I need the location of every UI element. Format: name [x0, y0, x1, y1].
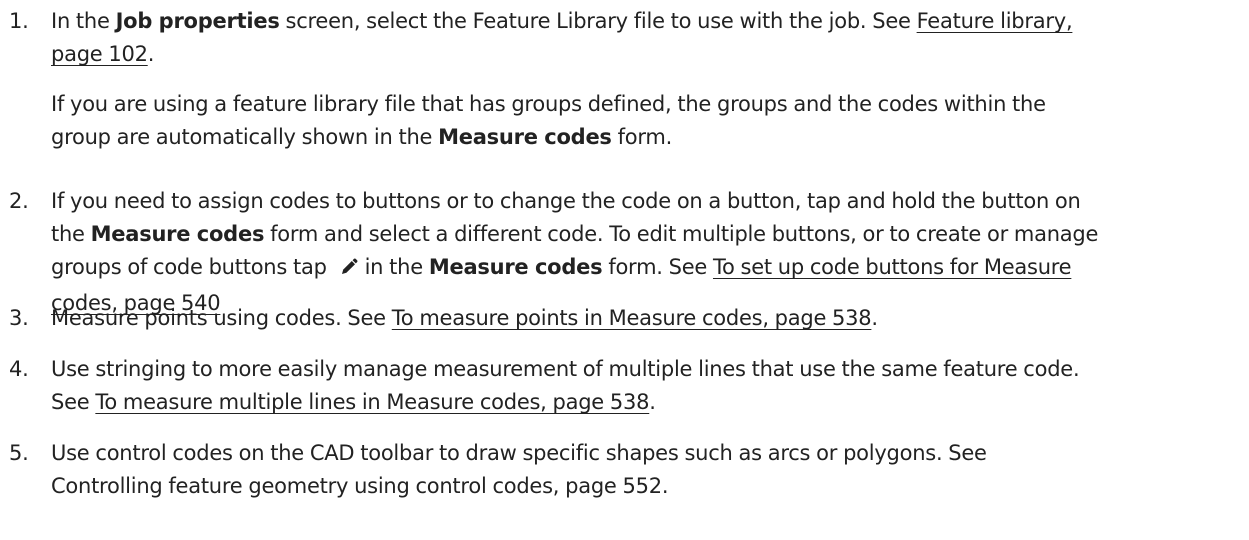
step-line: If you are using a feature library file …	[51, 92, 1046, 116]
step-line: Use control codes on the CAD toolbar to …	[51, 441, 987, 465]
text-run: See	[51, 390, 96, 414]
pencil-icon	[339, 254, 359, 287]
step-line: the Measure codes form and select a diff…	[51, 218, 1240, 251]
step-5: 5. Use control codes on the CAD toolbar …	[0, 437, 1240, 503]
step-note: If you are using a feature library file …	[51, 88, 1240, 154]
bold-term: Measure codes	[428, 255, 603, 279]
xref-link-multiple-lines[interactable]: To measure multiple lines in Measure cod…	[95, 390, 649, 414]
step-2: 2. If you need to assign codes to button…	[0, 185, 1240, 320]
step-line: Use stringing to more easily manage meas…	[51, 357, 1080, 381]
text-run: .	[147, 42, 155, 66]
text-run: in the	[364, 255, 429, 279]
step-text: If you need to assign codes to buttons o…	[51, 185, 1240, 320]
xref-link-measure-points[interactable]: To measure points in Measure codes, page…	[392, 306, 872, 330]
step-number: 5.	[9, 441, 29, 465]
step-3: 3. Measure points using codes. See To me…	[0, 302, 1240, 335]
step-number: 4.	[9, 357, 29, 381]
text-run: groups of code buttons tap	[51, 255, 333, 279]
step-number: 2.	[9, 189, 29, 213]
document-page: 1. In the Job properties screen, select …	[0, 0, 1249, 540]
text-run: form and select a different code. To edi…	[264, 222, 1099, 246]
text-run: form. See	[602, 255, 713, 279]
step-text: Measure points using codes. See To measu…	[51, 302, 1240, 335]
text-run: screen, select the Feature Library file …	[279, 9, 917, 33]
step-line: group are automatically shown in the Mea…	[51, 121, 1240, 154]
text-run: Measure points using codes. See	[51, 306, 392, 330]
text-run: group are automatically shown in the	[51, 125, 439, 149]
xref-link-feature-library-page[interactable]: page 102	[51, 42, 148, 66]
step-text: Use control codes on the CAD toolbar to …	[51, 437, 1240, 503]
step-line: Measure points using codes. See To measu…	[51, 302, 1240, 335]
step-1: 1. In the Job properties screen, select …	[0, 5, 1240, 154]
step-line: groups of code buttons tap in the Measur…	[51, 251, 1240, 287]
bold-term: Measure codes	[438, 125, 612, 149]
step-line: See To measure multiple lines in Measure…	[51, 386, 1240, 419]
step-line: page 102.	[51, 38, 1240, 71]
step-text: In the Job properties screen, select the…	[51, 5, 1240, 71]
xref-link-feature-library[interactable]: Feature library,	[917, 9, 1073, 33]
text-run: In the	[51, 9, 116, 33]
step-number: 1.	[9, 9, 29, 33]
step-number: 3.	[9, 306, 29, 330]
xref-link-code-buttons[interactable]: To set up code buttons for Measure	[713, 255, 1072, 279]
bold-term: Job properties	[115, 9, 280, 33]
text-run: form.	[611, 125, 673, 149]
text-run: the	[51, 222, 91, 246]
step-4: 4. Use stringing to more easily manage m…	[0, 353, 1240, 419]
step-line: Controlling feature geometry using contr…	[51, 474, 669, 498]
bold-term: Measure codes	[90, 222, 265, 246]
text-run: .	[871, 306, 878, 330]
step-line: In the Job properties screen, select the…	[51, 5, 1240, 38]
step-line: If you need to assign codes to buttons o…	[51, 189, 1081, 213]
text-run: .	[649, 390, 656, 414]
step-text: Use stringing to more easily manage meas…	[51, 353, 1240, 419]
